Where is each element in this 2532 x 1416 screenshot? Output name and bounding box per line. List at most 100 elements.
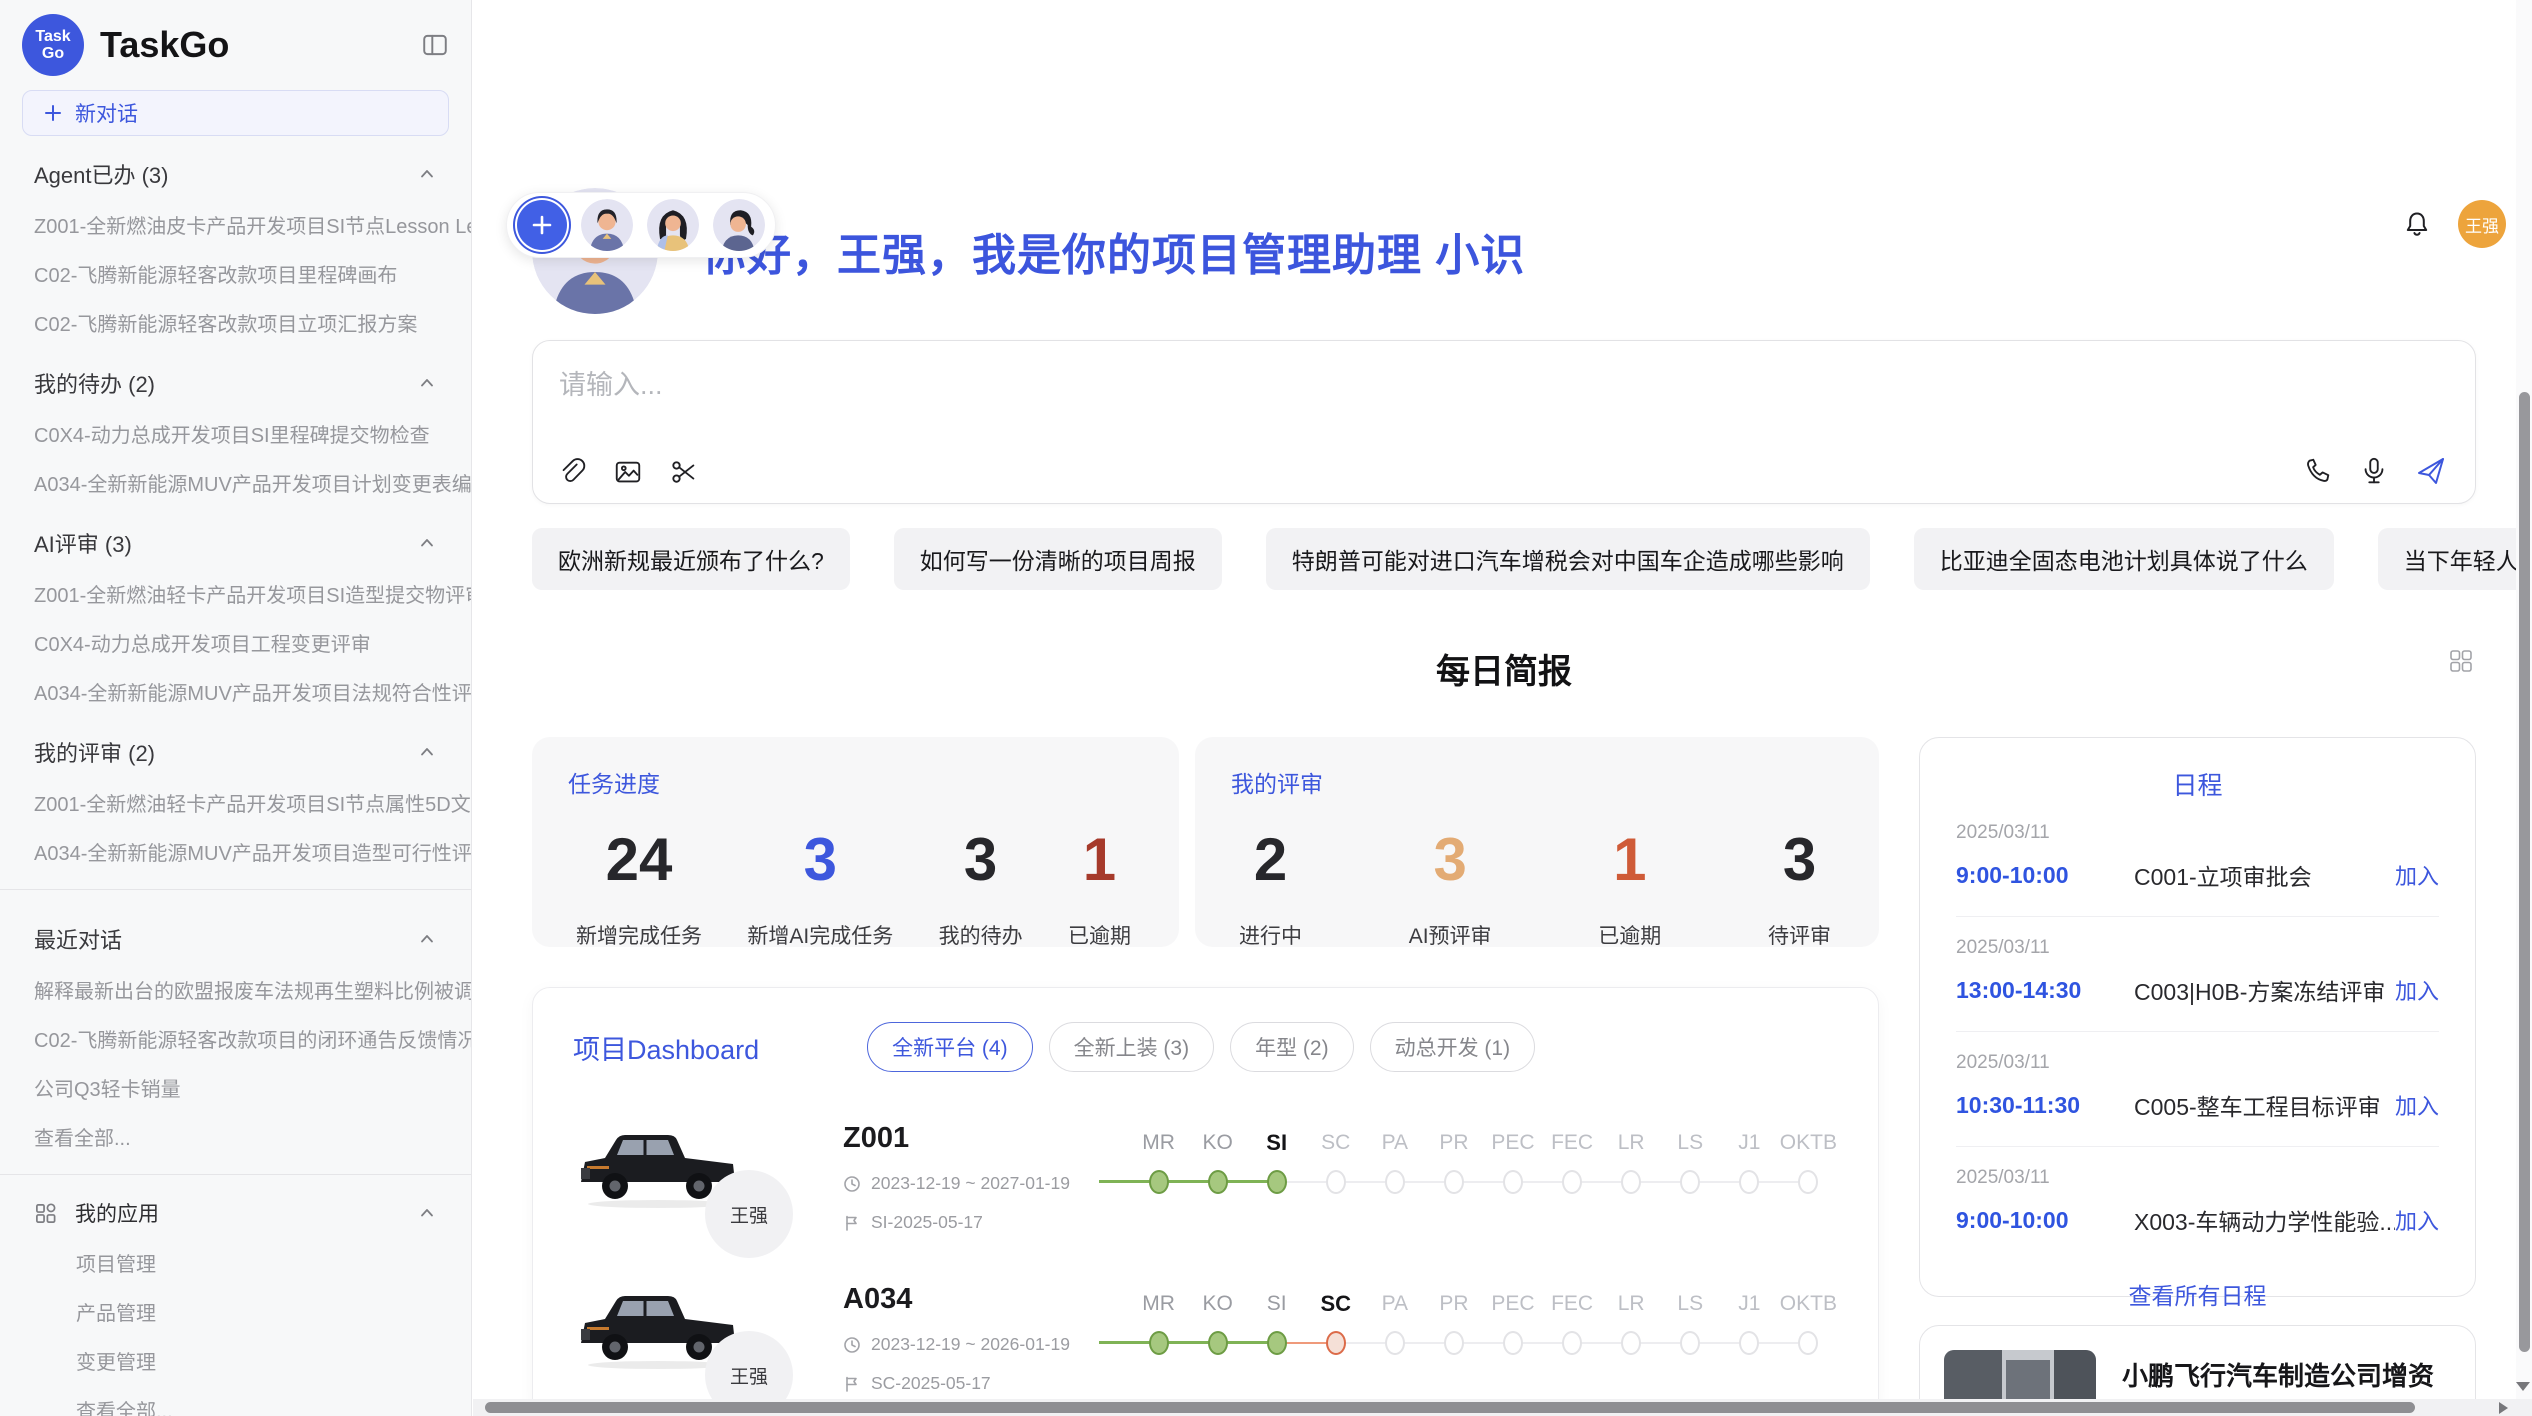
plus-icon [43, 103, 63, 123]
milestone-label: MR [1142, 1289, 1175, 1319]
suggestion-chip[interactable]: 如何写一份清晰的项目周报 [894, 528, 1222, 590]
list-item[interactable]: C02-飞腾新能源轻客改款项目的闭环通告反馈情况 [0, 1014, 471, 1063]
group-my-todo[interactable]: 我的待办 (2) [0, 347, 471, 409]
list-item[interactable]: Z001-全新燃油轻卡产品开发项目SI造型提交物评审 [0, 569, 471, 618]
milestone-dot [1739, 1331, 1759, 1355]
scroll-down-arrow-icon[interactable] [2516, 1382, 2530, 1391]
attachment-icon[interactable] [557, 457, 587, 487]
horizontal-scrollbar-thumb[interactable] [485, 1402, 2415, 1413]
horizontal-scrollbar [473, 1399, 2532, 1416]
layout-grid-icon[interactable] [2448, 648, 2474, 674]
filter-powertrain[interactable]: 动总开发 (1) [1370, 1022, 1536, 1072]
scissors-icon[interactable] [669, 457, 699, 487]
view-all-recent[interactable]: 查看全部... [0, 1112, 471, 1161]
add-agent-button[interactable] [517, 200, 567, 250]
bell-icon[interactable] [2402, 209, 2432, 239]
stat-my-todo: 3 我的待办 [939, 825, 1023, 950]
chevron-up-icon[interactable] [417, 533, 437, 553]
suggestion-chip[interactable]: 特朗普可能对进口汽车增税会对中国车企造成哪些影响 [1266, 528, 1870, 590]
schedule-event: C001-立项审批会 [2134, 858, 2395, 892]
agent-avatar-2[interactable] [647, 199, 699, 251]
milestone-dot [1503, 1331, 1523, 1355]
schedule-time: 13:00-14:30 [1956, 977, 2134, 1004]
project-row[interactable]: 王强 A034 2023-12-19 ~ 2026-01-19 SC-2025-… [573, 1281, 1838, 1394]
view-all-apps[interactable]: 查看全部... [0, 1385, 471, 1416]
milestone-dot [1562, 1331, 1582, 1355]
chevron-up-icon[interactable] [417, 1203, 437, 1223]
suggestion-chip[interactable]: 欧洲新规最近颁布了什么? [532, 528, 850, 590]
join-link[interactable]: 加入 [2395, 974, 2439, 1006]
project-image: 王强 [573, 1281, 743, 1371]
schedule-event: C003|H0B-方案冻结评审 [2134, 973, 2395, 1007]
stat-label: 新增完成任务 [576, 920, 702, 950]
join-link[interactable]: 加入 [2395, 1204, 2439, 1236]
stat-pending-review: 3 待评审 [1768, 825, 1831, 950]
milestone-label: KO [1202, 1289, 1232, 1319]
schedule-time: 9:00-10:00 [1956, 1207, 2134, 1234]
chat-composer[interactable]: 请输入... [532, 340, 2476, 504]
vertical-scrollbar-thumb[interactable] [2519, 392, 2530, 1352]
scroll-right-arrow-icon[interactable] [2499, 1402, 2508, 1414]
milestone-dot [1326, 1331, 1346, 1355]
list-item[interactable]: A034-全新新能源MUV产品开发项目法规符合性评审 [0, 667, 471, 716]
group-agent-done[interactable]: Agent已办 (3) [0, 138, 471, 200]
stat-value: 2 [1239, 825, 1302, 894]
view-all-schedule-link[interactable]: 查看所有日程 [1956, 1277, 2439, 1311]
sidebar-collapse-icon[interactable] [421, 31, 449, 59]
join-link[interactable]: 加入 [2395, 859, 2439, 891]
list-item[interactable]: Z001-全新燃油轻卡产品开发项目SI节点属性5D文件评审 [0, 778, 471, 827]
group-ai-review[interactable]: AI评审 (3) [0, 507, 471, 569]
milestone-label: PEC [1491, 1289, 1534, 1319]
list-item[interactable]: C0X4-动力总成开发项目工程变更评审 [0, 618, 471, 667]
mic-icon[interactable] [2359, 456, 2389, 486]
new-chat-button[interactable]: 新对话 [22, 90, 449, 136]
list-item[interactable]: 解释最新出台的欧盟报废车法规再生塑料比例被调至15%... [0, 965, 471, 1014]
milestone-dot [1798, 1331, 1818, 1355]
milestone-dot [1621, 1331, 1641, 1355]
project-code: A034 [843, 1283, 1093, 1316]
logo-line1: Task [35, 28, 70, 45]
user-avatar[interactable]: 王强 [2458, 200, 2506, 248]
composer-left-tools [557, 457, 699, 487]
agent-avatar-1[interactable] [581, 199, 633, 251]
sidebar-item-product-mgmt[interactable]: 产品管理 [0, 1287, 471, 1336]
suggestion-chip[interactable]: 比亚迪全固态电池计划具体说了什么 [1914, 528, 2334, 590]
project-dashboard-card: 项目Dashboard 全新平台 (4) 全新上装 (3) 年型 (2) 动总开… [532, 987, 1879, 1416]
milestone-dot [1503, 1170, 1523, 1194]
milestone-label: FEC [1551, 1128, 1593, 1158]
chevron-up-icon[interactable] [417, 373, 437, 393]
filter-new-platform[interactable]: 全新平台 (4) [867, 1022, 1033, 1072]
greeting-text: 你好，王强，我是你的项目管理助理 小识 [702, 219, 1525, 283]
suggestion-chip[interactable]: 当下年轻人对汽车外观有怎样的喜好趋势 [2378, 528, 2532, 590]
agent-avatar-3[interactable] [713, 199, 765, 251]
sidebar-item-project-mgmt[interactable]: 项目管理 [0, 1238, 471, 1287]
phone-icon[interactable] [2303, 456, 2333, 486]
send-icon[interactable] [2415, 455, 2447, 487]
milestone-label: J1 [1738, 1128, 1760, 1158]
owner-badge: 王强 [705, 1170, 793, 1258]
image-upload-icon[interactable] [613, 457, 643, 487]
project-row[interactable]: 王强 Z001 2023-12-19 ~ 2027-01-19 SI-2025-… [573, 1120, 1838, 1233]
project-code: Z001 [843, 1122, 1093, 1155]
list-item[interactable]: 公司Q3轻卡销量 [0, 1063, 471, 1112]
chevron-up-icon[interactable] [417, 929, 437, 949]
milestone-dot [1621, 1170, 1641, 1194]
list-item[interactable]: C02-飞腾新能源轻客改款项目里程碑画布 [0, 249, 471, 298]
chevron-up-icon[interactable] [417, 742, 437, 762]
group-recent-chats[interactable]: 最近对话 [0, 903, 471, 965]
group-my-review[interactable]: 我的评审 (2) [0, 716, 471, 778]
list-item[interactable]: Z001-全新燃油皮卡产品开发项目SI节点Lesson Learn报告 [0, 200, 471, 249]
list-item[interactable]: A034-全新新能源MUV产品开发项目造型可行性评审 [0, 827, 471, 876]
list-item[interactable]: A034-全新新能源MUV产品开发项目计划变更表编写 [0, 458, 471, 507]
chevron-up-icon[interactable] [417, 164, 437, 184]
sidebar-item-my-apps[interactable]: 我的应用 [0, 1188, 471, 1238]
sidebar-item-change-mgmt[interactable]: 变更管理 [0, 1336, 471, 1385]
schedule-card: 日程 2025/03/11 9:00-10:00 C001-立项审批会 加入 2… [1919, 737, 2476, 1297]
filter-new-body[interactable]: 全新上装 (3) [1049, 1022, 1215, 1072]
milestone-dot [1798, 1170, 1818, 1194]
list-item[interactable]: C02-飞腾新能源轻客改款项目立项汇报方案 [0, 298, 471, 347]
filter-model-year[interactable]: 年型 (2) [1230, 1022, 1354, 1072]
greeting-section: 你好，王强，我是你的项目管理助理 小识 [532, 188, 2476, 314]
list-item[interactable]: C0X4-动力总成开发项目SI里程碑提交物检查 [0, 409, 471, 458]
join-link[interactable]: 加入 [2395, 1089, 2439, 1121]
